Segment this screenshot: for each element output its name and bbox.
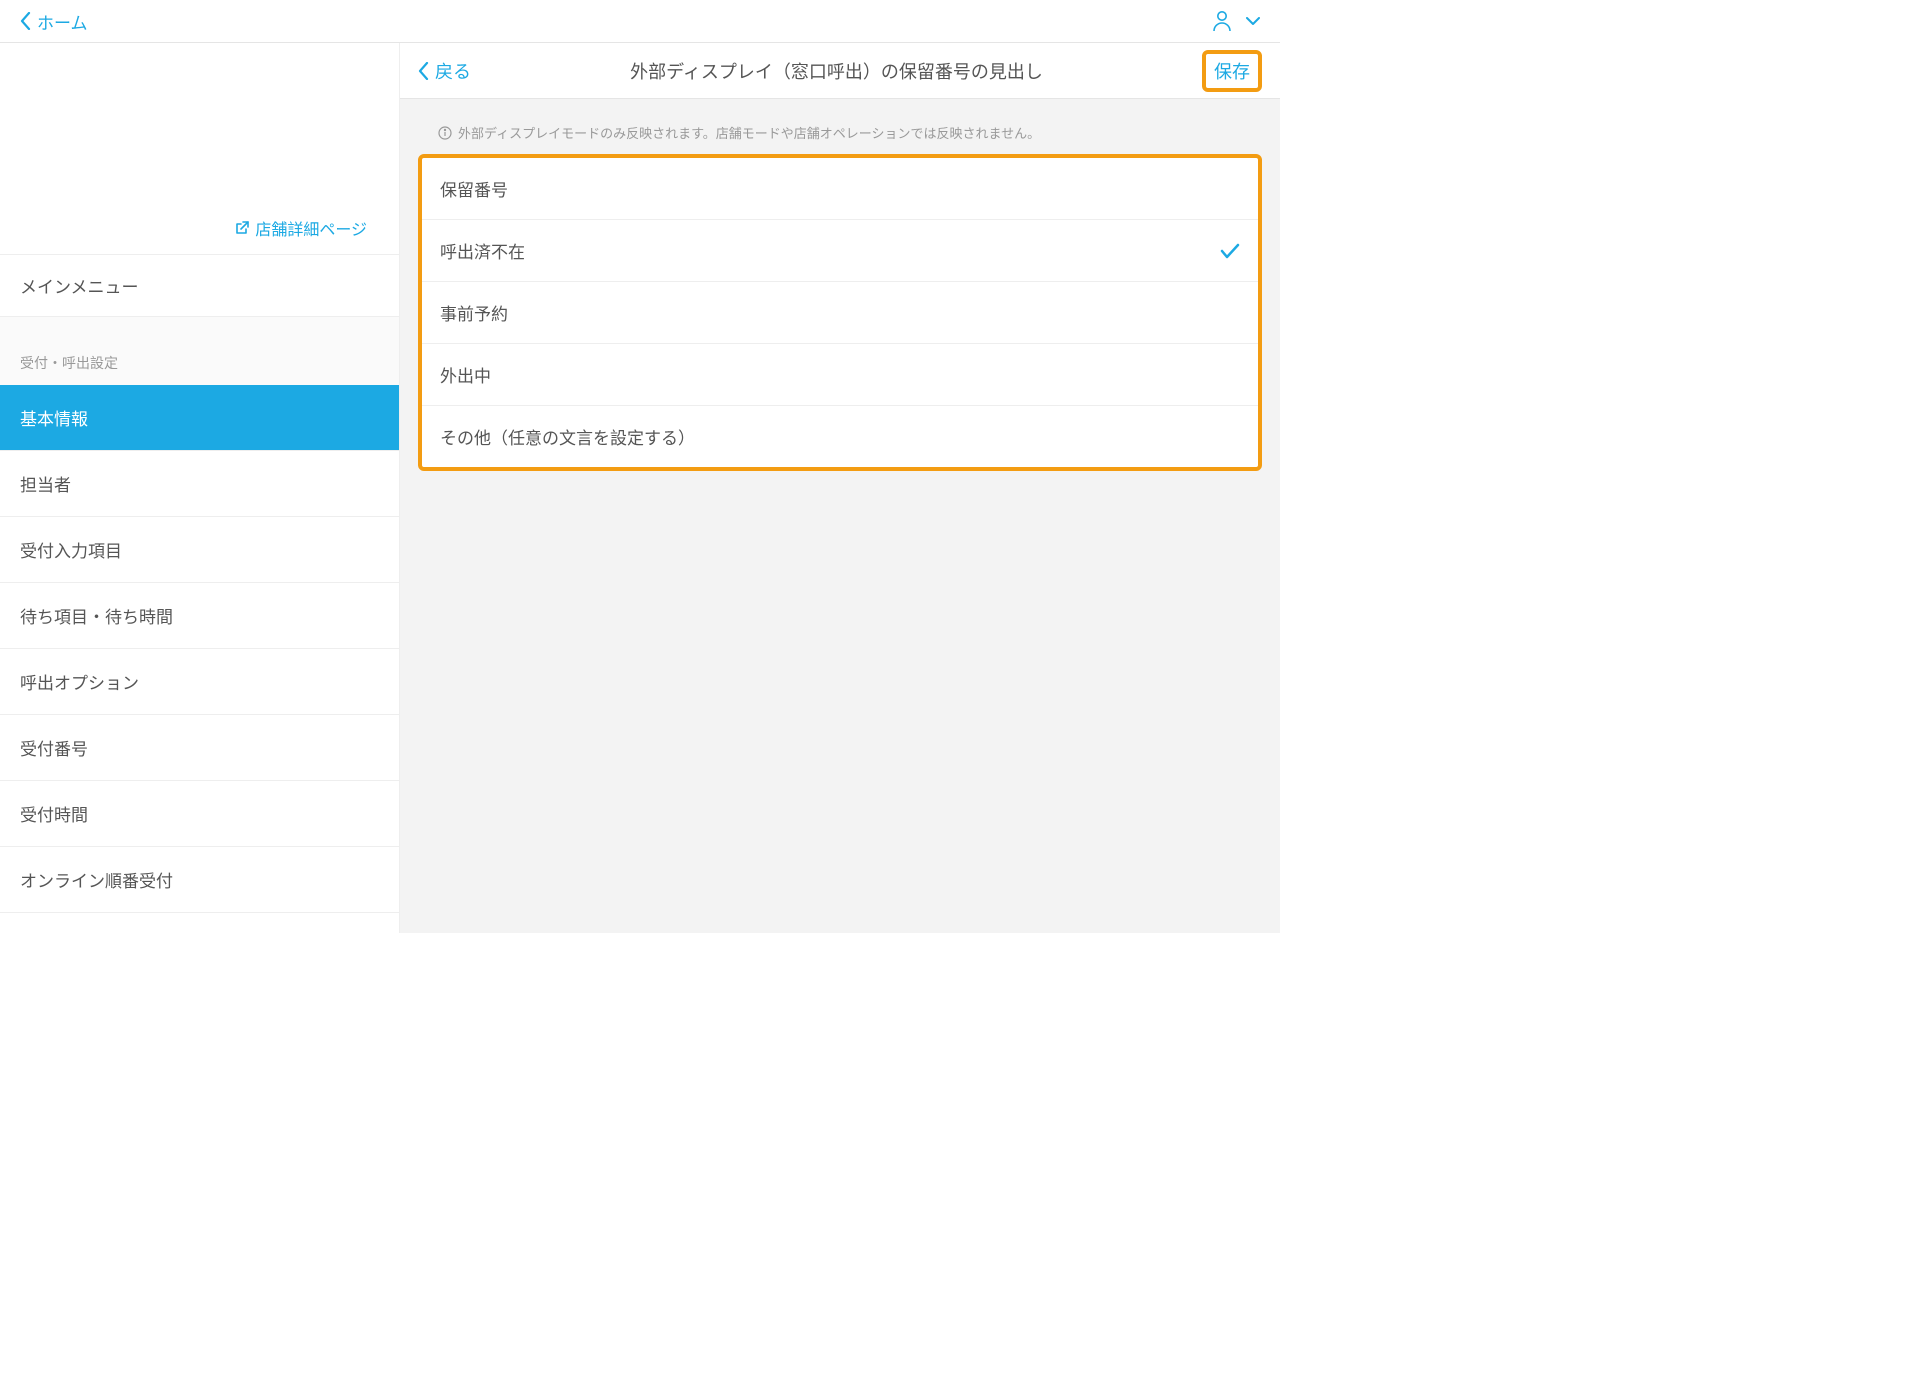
chevron-left-icon	[20, 12, 31, 30]
main-menu-heading[interactable]: メインメニュー	[0, 255, 399, 317]
sidebar-item-0[interactable]: 基本情報	[0, 385, 399, 451]
back-label: 戻る	[435, 58, 471, 84]
sidebar-item-2[interactable]: 受付入力項目	[0, 517, 399, 583]
option-row-1[interactable]: 呼出済不在	[422, 220, 1258, 282]
option-row-3[interactable]: 外出中	[422, 344, 1258, 406]
option-label: 外出中	[440, 362, 491, 387]
check-icon	[1220, 243, 1240, 259]
user-icon[interactable]	[1212, 10, 1232, 32]
option-label: 保留番号	[440, 176, 508, 201]
save-button[interactable]: 保存	[1202, 50, 1262, 92]
option-label: 事前予約	[440, 300, 508, 325]
info-icon	[438, 126, 452, 140]
content-header: 戻る 外部ディスプレイ（窓口呼出）の保留番号の見出し 保存	[400, 43, 1280, 99]
home-link[interactable]: ホーム	[20, 9, 88, 34]
info-text-label: 外部ディスプレイモードのみ反映されます。店舗モードや店舗オペレーションでは反映さ…	[458, 123, 1040, 142]
content-panel: 戻る 外部ディスプレイ（窓口呼出）の保留番号の見出し 保存 外部ディスプレイモー…	[400, 43, 1280, 933]
header-right	[1212, 10, 1260, 32]
info-text: 外部ディスプレイモードのみ反映されます。店舗モードや店舗オペレーションでは反映さ…	[400, 99, 1280, 154]
sidebar-top: 店舗詳細ページ	[0, 43, 399, 255]
detail-link-label: 店舗詳細ページ	[255, 216, 367, 240]
section-label: 受付・呼出設定	[0, 317, 399, 385]
option-list: 保留番号呼出済不在事前予約外出中その他（任意の文言を設定する）	[418, 154, 1262, 471]
sidebar-item-7[interactable]: オンライン順番受付	[0, 847, 399, 913]
sidebar-item-4[interactable]: 呼出オプション	[0, 649, 399, 715]
sidebar-item-8[interactable]: レストランボード連携	[0, 913, 399, 933]
option-label: その他（任意の文言を設定する）	[440, 424, 695, 449]
option-label: 呼出済不在	[440, 238, 525, 263]
sidebar-item-6[interactable]: 受付時間	[0, 781, 399, 847]
option-row-4[interactable]: その他（任意の文言を設定する）	[422, 406, 1258, 467]
app-header: ホーム	[0, 0, 1280, 43]
page-title: 外部ディスプレイ（窓口呼出）の保留番号の見出し	[630, 62, 1043, 82]
chevron-left-icon	[418, 62, 429, 80]
back-link[interactable]: 戻る	[418, 58, 471, 84]
store-detail-link[interactable]: 店舗詳細ページ	[235, 216, 367, 240]
option-row-0[interactable]: 保留番号	[422, 158, 1258, 220]
sidebar-item-1[interactable]: 担当者	[0, 451, 399, 517]
sidebar-item-5[interactable]: 受付番号	[0, 715, 399, 781]
option-row-2[interactable]: 事前予約	[422, 282, 1258, 344]
sidebar-item-3[interactable]: 待ち項目・待ち時間	[0, 583, 399, 649]
sidebar: 店舗詳細ページ メインメニュー 受付・呼出設定 基本情報担当者受付入力項目待ち項…	[0, 43, 400, 933]
home-label: ホーム	[37, 9, 88, 34]
chevron-down-icon[interactable]	[1246, 17, 1260, 25]
external-link-icon	[235, 221, 249, 235]
